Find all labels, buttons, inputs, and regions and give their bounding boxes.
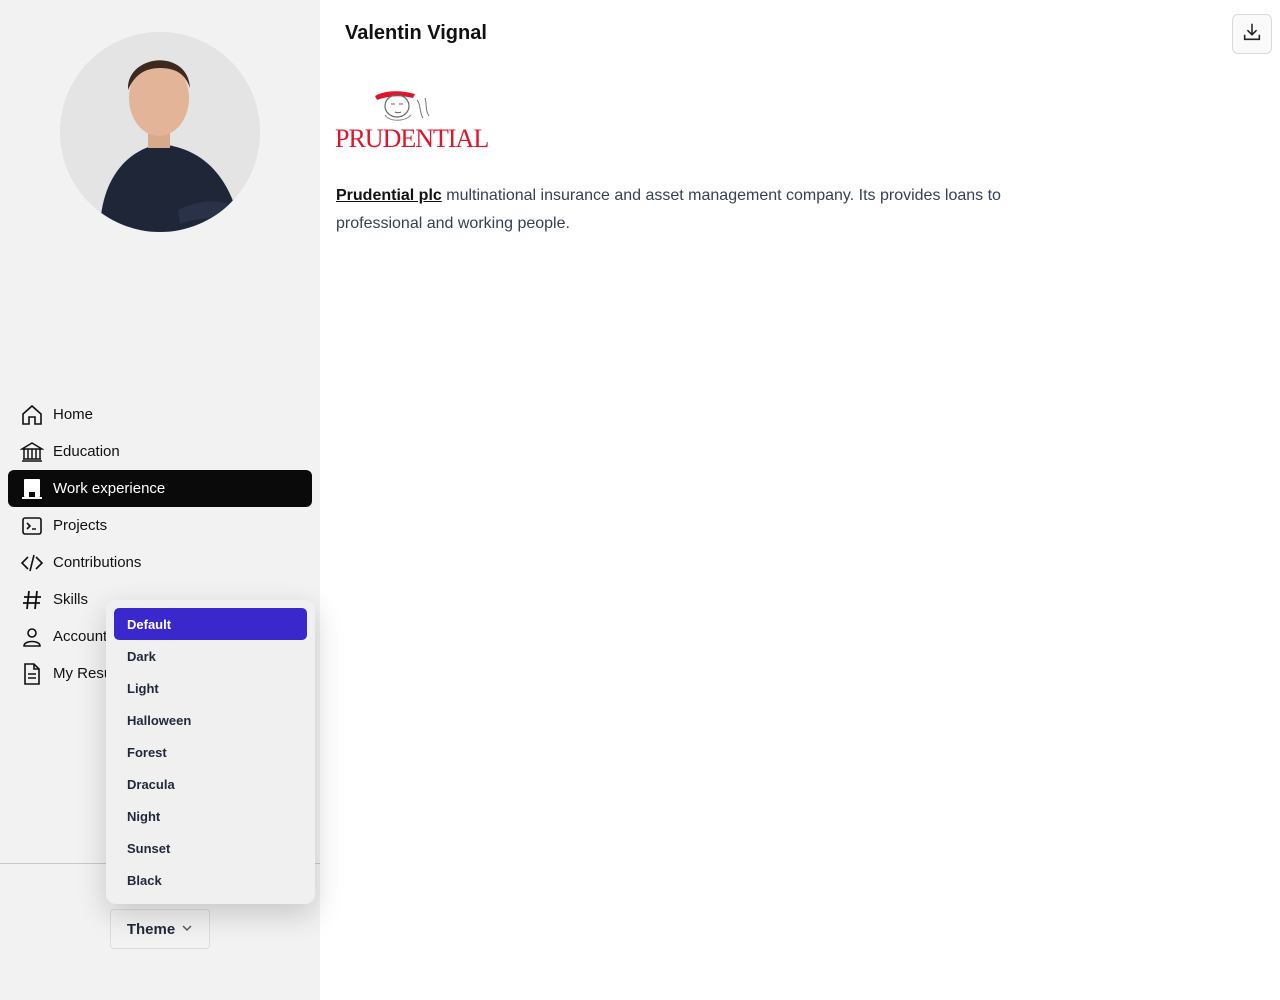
nav-item-home[interactable]: Home <box>8 396 312 433</box>
theme-option-night[interactable]: Night <box>114 800 307 832</box>
theme-option-halloween[interactable]: Halloween <box>114 704 307 736</box>
nav-item-projects[interactable]: Projects <box>8 507 312 544</box>
prudential-emblem-icon <box>375 91 430 121</box>
company-logo-text: PRUDENTIAL <box>335 124 489 153</box>
download-button[interactable] <box>1232 14 1272 54</box>
page-title: Valentin Vignal <box>345 22 487 44</box>
company-link[interactable]: Prudential plc <box>336 187 442 204</box>
nav-item-label: Account <box>53 628 108 645</box>
nav-item-label: Work experience <box>53 480 166 497</box>
avatar <box>60 32 260 232</box>
document-icon <box>20 662 44 686</box>
theme-button[interactable]: Theme <box>110 909 210 949</box>
theme-option-light[interactable]: Light <box>114 672 307 704</box>
nav-item-label: Projects <box>53 517 108 534</box>
bank-icon <box>20 440 44 464</box>
download-icon <box>1241 21 1263 48</box>
theme-option-black[interactable]: Black <box>114 864 307 896</box>
company-logo: PRUDENTIAL <box>335 82 489 153</box>
terminal-icon <box>20 514 44 538</box>
theme-option-dark[interactable]: Dark <box>114 640 307 672</box>
profile-photo <box>60 32 260 232</box>
theme-option-sunset[interactable]: Sunset <box>114 832 307 864</box>
theme-option-forest[interactable]: Forest <box>114 736 307 768</box>
hashtag-icon <box>20 588 44 612</box>
building-icon <box>20 477 44 501</box>
company-description: Prudential plc multinational insurance a… <box>336 182 1016 238</box>
theme-dropdown: Default Dark Light Halloween Forest Drac… <box>106 600 315 904</box>
code-icon <box>20 551 44 575</box>
theme-button-label: Theme <box>126 920 176 938</box>
theme-option-dracula[interactable]: Dracula <box>114 768 307 800</box>
home-icon <box>20 403 44 427</box>
nav-item-contributions[interactable]: Contributions <box>8 544 312 581</box>
nav-item-label: Contributions <box>53 554 142 571</box>
user-icon <box>20 625 44 649</box>
chevron-down-icon <box>181 921 193 938</box>
nav-item-education[interactable]: Education <box>8 433 312 470</box>
nav-item-label: My Resu <box>53 665 113 682</box>
nav-item-label: Home <box>53 406 94 423</box>
nav-item-label: Skills <box>53 591 89 608</box>
nav-item-label: Education <box>53 443 120 460</box>
theme-option-default[interactable]: Default <box>114 608 307 640</box>
nav-item-work-experience[interactable]: Work experience <box>8 470 312 507</box>
